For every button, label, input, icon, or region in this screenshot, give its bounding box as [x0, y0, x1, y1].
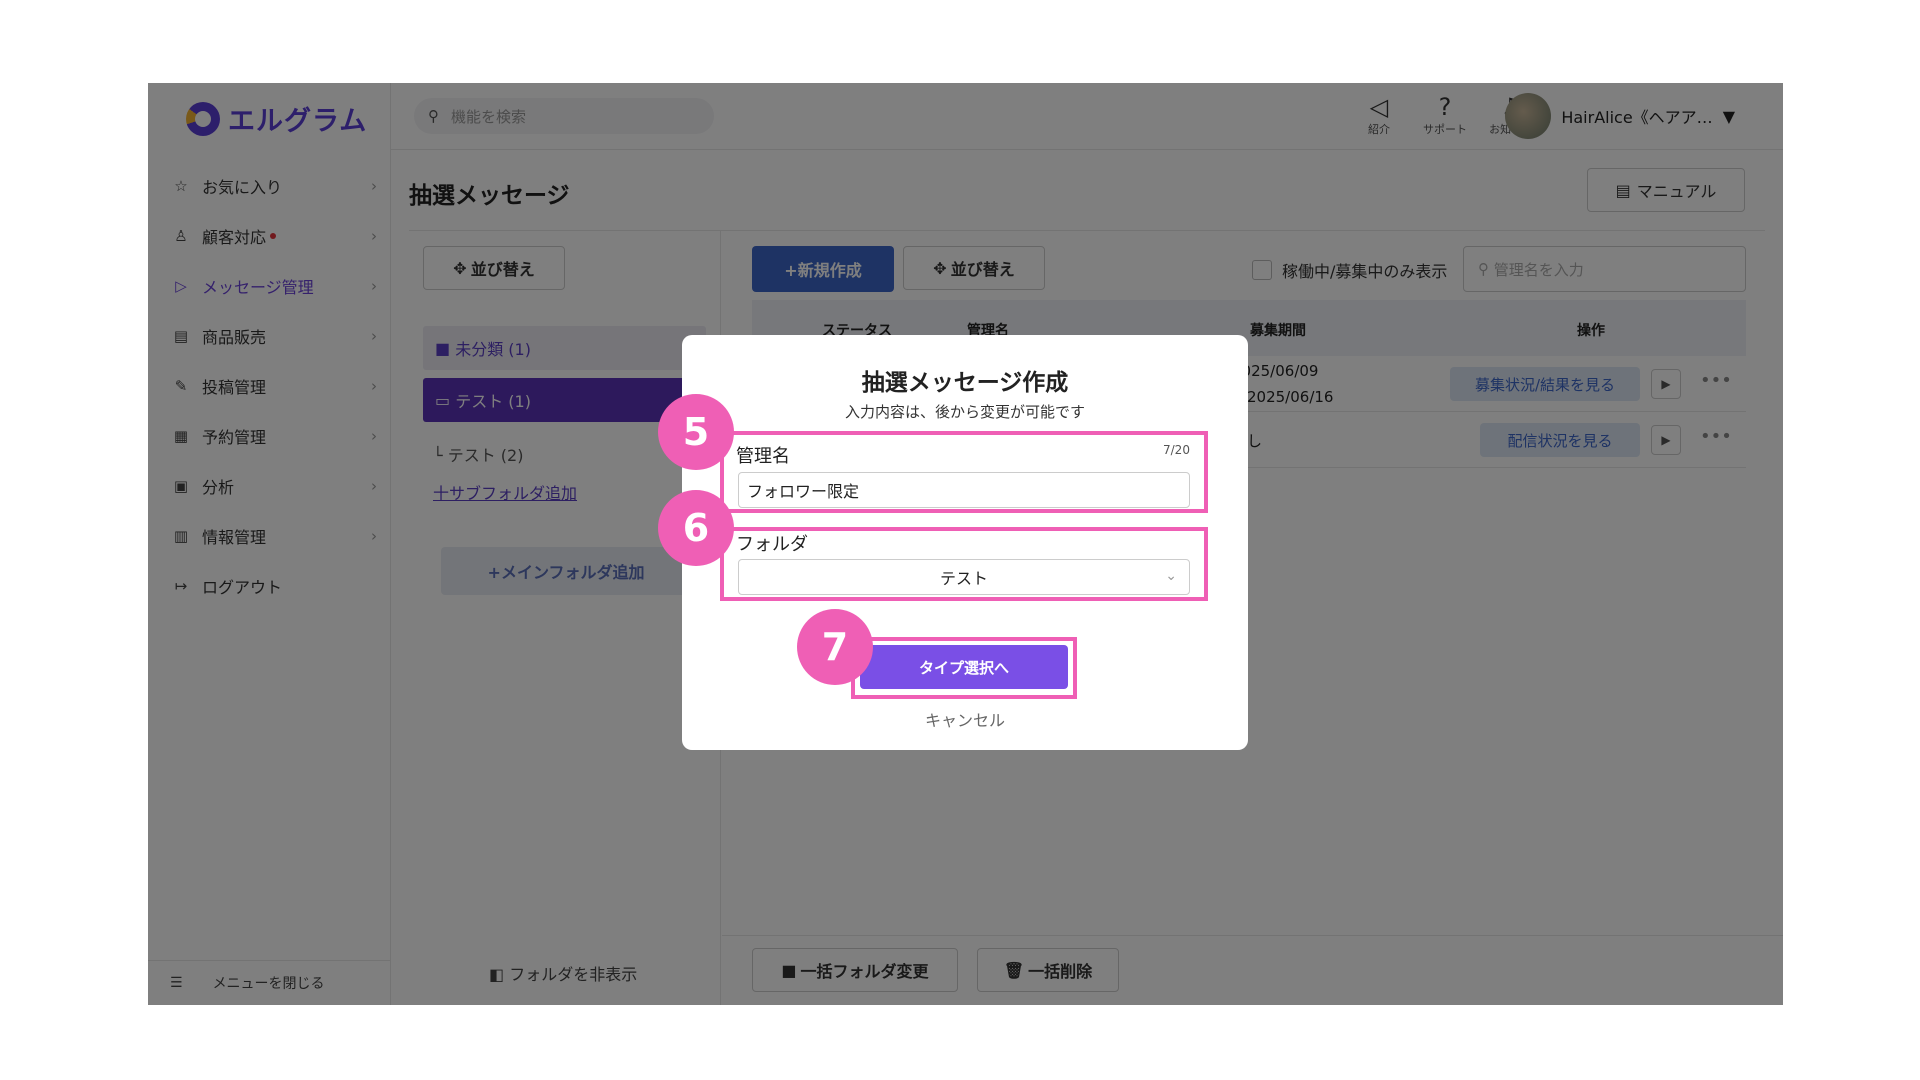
name-counter: 7/20 [1163, 443, 1190, 457]
name-input[interactable]: フォロワー限定 [738, 472, 1190, 508]
folder-label: フォルダ [736, 534, 808, 555]
create-lottery-dialog: 抽選メッセージ作成 入力内容は、後から変更が可能です 管理名 7/20 フォロワ… [682, 335, 1248, 750]
name-label: 管理名 [736, 446, 790, 467]
dialog-subtitle: 入力内容は、後から変更が可能です [844, 403, 1085, 421]
chevron-down-icon: ⌄ [1165, 568, 1177, 584]
folder-select-value: テスト [939, 569, 988, 588]
step-badge-5: 5 [658, 394, 734, 470]
type-select-button[interactable]: タイプ選択へ [860, 645, 1068, 689]
cancel-button[interactable]: キャンセル [682, 707, 1248, 731]
step-badge-6: 6 [658, 490, 734, 566]
folder-select[interactable]: テスト ⌄ [738, 559, 1190, 595]
step-badge-7: 7 [797, 609, 873, 685]
dialog-title: 抽選メッセージ作成 [861, 370, 1069, 396]
